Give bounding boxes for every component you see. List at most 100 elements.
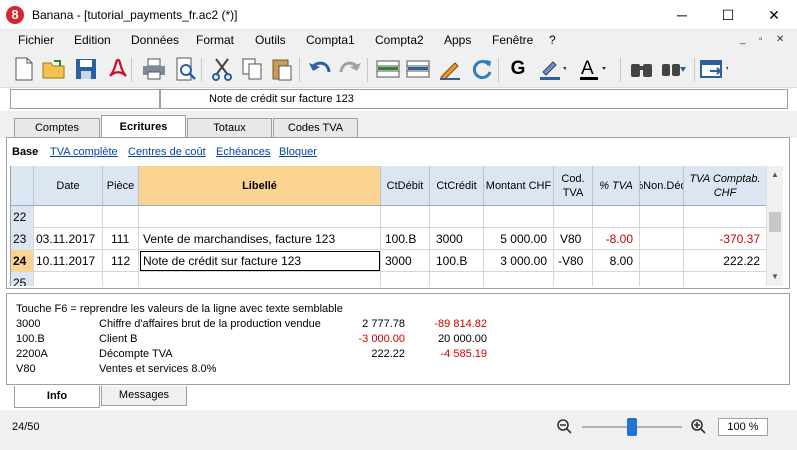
cell-date[interactable] [34,272,103,286]
cell-cod-tva[interactable]: -V80 [554,250,593,272]
column-header-ctcredit[interactable]: CtCrédit [430,166,484,206]
tab-comptes[interactable]: Comptes [14,118,100,137]
cell-montant[interactable]: 3 000.00 [484,250,554,272]
view-base[interactable]: Base [12,146,38,158]
view-tva-complete[interactable]: TVA complète [50,146,118,158]
cell-ctcredit[interactable]: 100.B [430,250,484,272]
cell-ctdebit[interactable]: 3000 [381,250,430,272]
find-next-icon[interactable] [660,55,688,83]
table-row[interactable]: 23 03.11.2017 111 Vente de marchandises,… [11,228,766,250]
zoom-out-icon[interactable] [556,418,572,437]
cell-piece[interactable]: 111 [103,228,139,250]
cell-pct-tva[interactable]: 8.00 [593,250,640,272]
column-header-montant[interactable]: Montant CHF [484,166,554,206]
pdf-icon[interactable] [104,55,132,83]
zoom-slider-thumb[interactable] [627,418,637,436]
formula-field[interactable]: Note de crédit sur facture 123 [160,89,788,109]
tab-ecritures[interactable]: Ecritures [101,115,186,138]
mdi-minimize-button[interactable]: _ [740,34,746,45]
tab-info[interactable]: Info [14,386,100,408]
scroll-up-arrow-icon[interactable]: ▲ [771,170,779,179]
cell-cod-tva[interactable] [554,206,593,228]
delete-row-icon[interactable] [404,55,432,83]
cell-ctcredit[interactable] [430,206,484,228]
cell-montant[interactable]: 5 000.00 [484,228,554,250]
cell-libelle[interactable] [139,272,381,286]
save-icon[interactable] [72,55,100,83]
table-row[interactable]: 25 [11,272,766,286]
font-color-icon[interactable]: A [578,55,606,83]
menu-donnees[interactable]: Données [131,33,179,47]
tab-codes-tva[interactable]: Codes TVA [273,118,358,137]
menu-fenetre[interactable]: Fenêtre [492,33,533,47]
column-header-pct-tva[interactable]: % TVA [593,166,640,206]
highlight-color-icon[interactable] [538,55,566,83]
cell-non-ded[interactable] [640,272,684,286]
cut-icon[interactable] [208,55,236,83]
undo-icon[interactable] [306,55,334,83]
open-folder-icon[interactable] [40,55,68,83]
cell-cod-tva[interactable]: V80 [554,228,593,250]
redo-icon[interactable] [336,55,364,83]
menu-fichier[interactable]: Fichier [18,33,54,47]
copy-icon[interactable] [238,55,266,83]
maximize-button[interactable]: ☐ [705,0,751,30]
menu-edition[interactable]: Edition [74,33,111,47]
paste-icon[interactable] [268,55,296,83]
menu-outils[interactable]: Outils [255,33,286,47]
minimize-button[interactable]: ─ [659,0,705,30]
column-header-non-ded[interactable]: %Non.Déd. [640,166,684,206]
scrollbar-thumb[interactable] [769,212,781,232]
menu-compta2[interactable]: Compta2 [375,33,424,47]
column-header-date[interactable]: Date [34,166,103,206]
cell-piece[interactable] [103,206,139,228]
cell-libelle-editing[interactable]: Note de crédit sur facture 123 [139,250,381,272]
print-icon[interactable] [140,55,168,83]
cell-pct-tva[interactable]: -8.00 [593,228,640,250]
mdi-restore-button[interactable]: ▫ [759,34,763,45]
column-header-cod-tva[interactable]: Cod. TVA [554,166,593,206]
mdi-close-button[interactable]: ✕ [776,34,784,45]
column-header-libelle[interactable]: Libellé [139,166,381,206]
cell-ctdebit[interactable] [381,272,430,286]
cell-date[interactable]: 10.11.2017 [34,250,103,272]
cell-ctcredit[interactable]: 3000 [430,228,484,250]
cell-ctdebit[interactable] [381,206,430,228]
menu-format[interactable]: Format [196,33,234,47]
edit-icon[interactable] [436,55,464,83]
cell-non-ded[interactable] [640,206,684,228]
scroll-down-arrow-icon[interactable]: ▼ [771,272,779,281]
cell-libelle[interactable] [139,206,381,228]
column-header-piece[interactable]: Pièce [103,166,139,206]
zoom-level-field[interactable]: 100 % [718,418,768,436]
cell-pct-tva[interactable] [593,206,640,228]
cell-montant[interactable] [484,272,554,286]
cell-libelle[interactable]: Vente de marchandises, facture 123 [139,228,381,250]
menu-apps[interactable]: Apps [444,33,471,47]
cell-montant[interactable] [484,206,554,228]
print-preview-icon[interactable] [172,55,200,83]
new-file-icon[interactable] [10,55,38,83]
cell-pct-tva[interactable] [593,272,640,286]
cell-piece[interactable]: 112 [103,250,139,272]
cell-date[interactable] [34,206,103,228]
cell-tva-comptab[interactable] [684,272,766,286]
cell-non-ded[interactable] [640,250,684,272]
column-header-tva-comptab[interactable]: TVA Comptab. CHF [684,166,766,206]
view-centres-de-cout[interactable]: Centres de coût [128,146,206,158]
cell-reference-field[interactable] [10,89,160,109]
menu-help[interactable]: ? [549,33,556,47]
zoom-in-icon[interactable] [690,418,706,437]
cell-non-ded[interactable] [640,228,684,250]
column-header-ctdebit[interactable]: CtDébit [381,166,430,206]
cell-piece[interactable] [103,272,139,286]
table-row-selected[interactable]: 24 10.11.2017 112 Note de crédit sur fac… [11,250,766,272]
cell-tva-comptab[interactable] [684,206,766,228]
tab-messages[interactable]: Messages [101,386,187,406]
find-icon[interactable] [628,55,656,83]
vertical-scrollbar[interactable]: ▲ ▼ [766,166,783,286]
refresh-icon[interactable] [468,55,496,83]
bold-icon[interactable]: G [504,55,532,83]
cell-date[interactable]: 03.11.2017 [34,228,103,250]
view-echeances[interactable]: Echéances [216,146,270,158]
